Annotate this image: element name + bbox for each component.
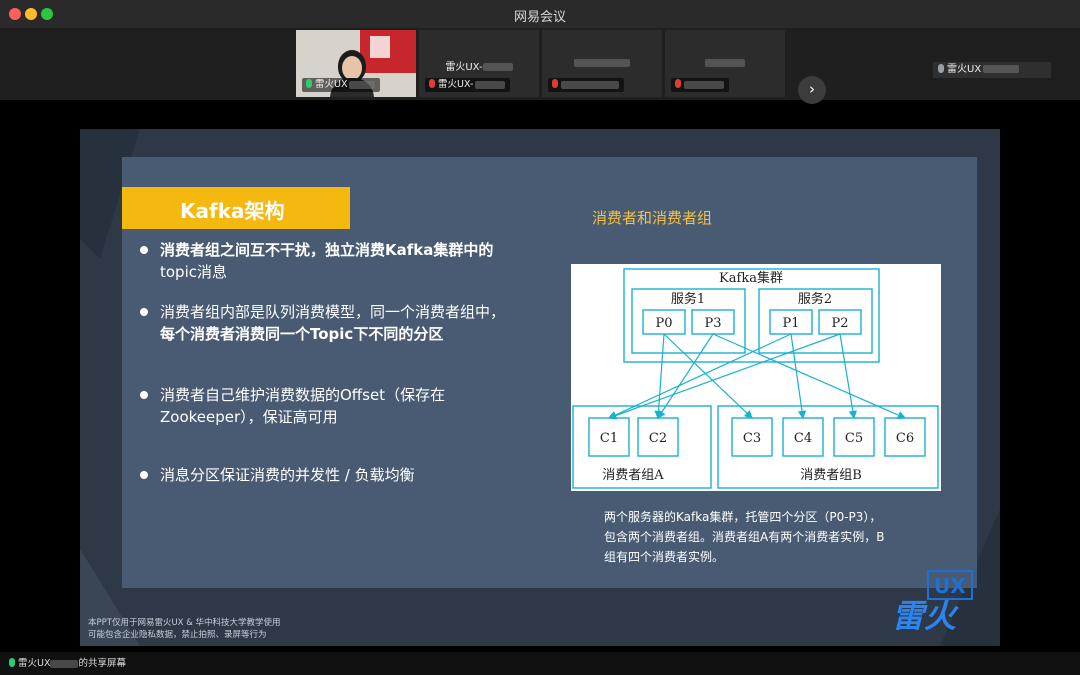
participant-tile-2[interactable]: 雷火UX- 雷火UX- (419, 30, 539, 97)
blurred-name (50, 659, 79, 668)
bullet-item: 消费者组之间互不干扰，独立消费Kafka集群中的 topic消息 (140, 239, 560, 283)
next-page-button[interactable]: › (798, 76, 826, 104)
shared-screen: Kafka架构 消费者和消费者组 消费者组之间互不干扰，独立消费Kafka集群中… (80, 129, 1000, 646)
window-title: 网易会议 (513, 10, 566, 25)
mic-muted-icon (552, 79, 558, 88)
svg-text:UX: UX (934, 574, 966, 598)
participant-tile-4[interactable] (665, 30, 785, 97)
consumer-label: C1 (600, 431, 618, 446)
slide-heading: Kafka架构 (122, 187, 350, 229)
window-titlebar: 网易会议 (0, 0, 1080, 29)
participant-label (548, 78, 624, 92)
consumer-label: C4 (794, 431, 812, 446)
active-speaker[interactable]: 雷火UX (933, 62, 1051, 78)
mic-on-icon (9, 658, 15, 667)
bullet-dot-icon (140, 308, 148, 316)
slide-panel: Kafka架构 消费者和消费者组 消费者组之间互不干扰，独立消费Kafka集群中… (122, 157, 977, 588)
blurred-name (684, 80, 724, 89)
participant-name: 雷火UX- (419, 58, 539, 73)
partition-label: P3 (704, 316, 721, 331)
diagram-svg: Kafka集群 服务1 服务2 P0 P3 P1 P2 C1 C2 C3 C4 … (572, 268, 939, 489)
consumer-group-label: 消费者组A (602, 468, 664, 483)
consumer-label: C3 (743, 431, 761, 446)
blurred-name (561, 80, 619, 89)
bullet-dot-icon (140, 471, 148, 479)
consumer-label: C5 (845, 431, 863, 446)
blurred-name (574, 59, 630, 67)
partition-label: P1 (782, 316, 799, 331)
participant-strip: 雷火UX 雷火UX- 雷火UX- › 雷火UX (0, 28, 1080, 104)
mic-muted-icon (429, 79, 435, 88)
mic-on-icon (306, 79, 312, 88)
blurred-name (983, 65, 1020, 73)
bullet-dot-icon (140, 391, 148, 399)
server-label: 服务2 (798, 291, 832, 307)
participant-name (542, 58, 662, 69)
participant-tile-3[interactable] (542, 30, 662, 97)
slide-subtitle: 消费者和消费者组 (592, 209, 713, 227)
server-label: 服务1 (671, 291, 705, 307)
partition-label: P0 (655, 316, 672, 331)
bullet-item: 消费者自己维护消费数据的Offset（保存在 Zookeeper），保证高可用 (140, 384, 560, 428)
participant-face (342, 56, 362, 80)
mic-icon (938, 64, 944, 73)
logo-mark: UX 雷火 (892, 570, 973, 635)
participant-tile-1[interactable]: 雷火UX (296, 30, 416, 97)
participant-label (671, 78, 729, 92)
screen-share-bar: 雷火UX 的共享屏幕 (0, 652, 1080, 675)
chevron-right-icon: › (809, 80, 815, 98)
diagram-caption: 两个服务器的Kafka集群，托管四个分区（P0-P3）， 包含两个消费者组。消费… (604, 510, 885, 564)
copyright-notice: 本PPT仅用于网易雷火UX & 华中科技大学教学使用 可能包含企业隐私数据，禁止… (88, 618, 281, 640)
kafka-consumer-diagram: Kafka集群 服务1 服务2 P0 P3 P1 P2 C1 C2 C3 C4 … (571, 264, 941, 491)
bullet-item: 消息分区保证消费的并发性 / 负载均衡 (140, 464, 560, 486)
participant-label: 雷火UX- (425, 78, 511, 92)
cluster-label: Kafka集群 (719, 270, 783, 286)
participant-label: 雷火UX (302, 78, 381, 92)
leihuo-ux-logo: UX 雷火 (888, 569, 978, 639)
partition-label: P2 (831, 316, 848, 331)
consumer-label: C2 (649, 431, 667, 446)
consumer-label: C6 (896, 431, 914, 446)
blurred-name (705, 59, 745, 67)
poster-qr-code (370, 36, 390, 58)
participant-name (665, 58, 785, 69)
blurred-name (482, 63, 513, 71)
blurred-name (475, 80, 506, 89)
mic-muted-icon (675, 79, 681, 88)
bullet-dot-icon (140, 246, 148, 254)
bullet-item: 消费者组内部是队列消费模型，同一个消费者组中， 每个消费者消费同一个Topic下不… (140, 301, 560, 345)
svg-text:雷火: 雷火 (892, 597, 959, 635)
blurred-name (349, 80, 376, 89)
consumer-group-label: 消费者组B (800, 468, 862, 483)
